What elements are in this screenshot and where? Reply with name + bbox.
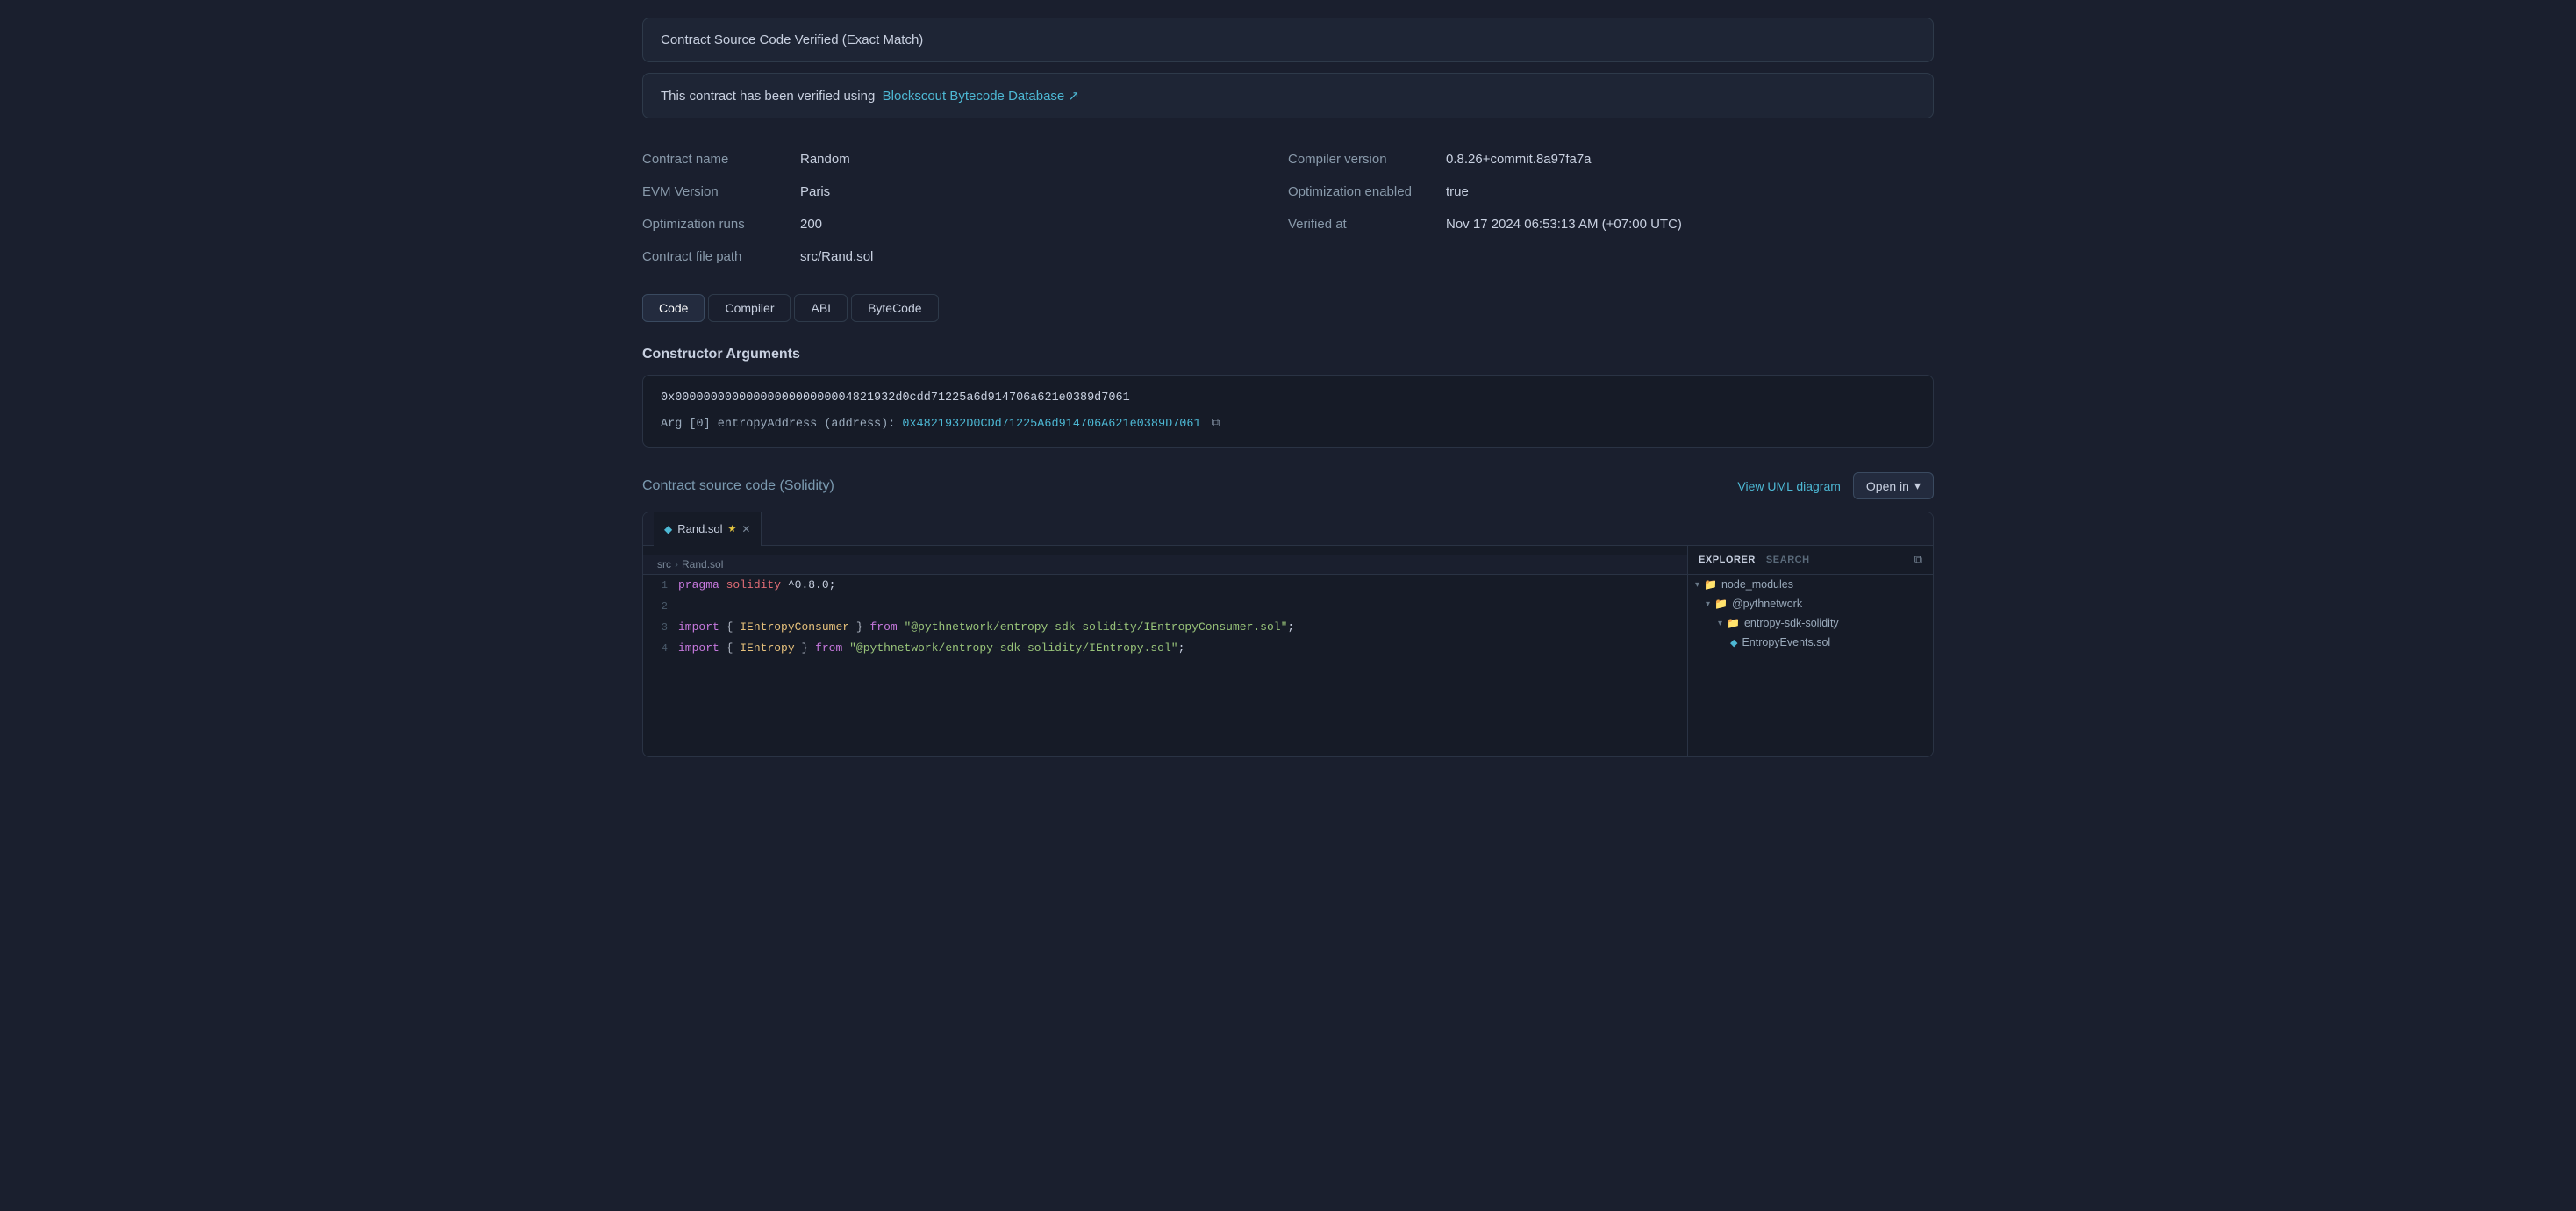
info-row-compiler-version: Compiler version 0.8.26+commit.8a97fa7a	[1288, 143, 1934, 176]
explorer-tabs: EXPLORER SEARCH	[1699, 555, 1810, 565]
explorer-action-icon[interactable]: ⧉	[1914, 553, 1922, 567]
editor-tabs-bar: ◆ Rand.sol ★ ✕	[643, 512, 1933, 546]
bytecode-db-link[interactable]: Blockscout Bytecode Database ↗	[883, 89, 1079, 104]
code-editor-area: ◆ Rand.sol ★ ✕ src › Rand.sol 1	[642, 512, 1934, 757]
file-tab-label: Rand.sol	[677, 522, 722, 535]
source-title: Contract source code (Solidity)	[642, 478, 834, 493]
code-line-3: 3 import { IEntropyConsumer } from "@pyt…	[643, 617, 1687, 638]
folder-icon-3: 📁	[1727, 617, 1740, 629]
label-evm-version: EVM Version	[642, 184, 800, 199]
constructor-arg-row: Arg [0] entropyAddress (address): 0x4821…	[661, 417, 1915, 431]
label-opt-enabled: Optimization enabled	[1288, 184, 1446, 199]
value-contract-name: Random	[800, 152, 850, 167]
info-left: Contract name Random EVM Version Paris O…	[642, 143, 1288, 273]
contract-info-grid: Contract name Random EVM Version Paris O…	[642, 143, 1934, 273]
chevron-icon: ▾	[1695, 580, 1699, 590]
tree-item-pythnetwork[interactable]: ▾ 📁 @pythnetwork	[1688, 594, 1933, 613]
solidity-file-icon: ◆	[1730, 637, 1737, 648]
code-line-2: 2	[643, 596, 1687, 617]
label-opt-runs: Optimization runs	[642, 217, 800, 232]
value-evm-version: Paris	[800, 184, 830, 199]
bytecode-db-alert: This contract has been verified using Bl…	[642, 73, 1934, 118]
code-line-4: 4 import { IEntropy } from "@pythnetwork…	[643, 638, 1687, 659]
explorer-tab-explorer[interactable]: EXPLORER	[1699, 555, 1756, 565]
tabs-row: Code Compiler ABI ByteCode	[642, 294, 1934, 322]
tree-label-node-modules: node_modules	[1721, 578, 1793, 591]
tree-item-node-modules[interactable]: ▾ 📁 node_modules	[1688, 575, 1933, 594]
line-num-2: 2	[643, 596, 678, 617]
breadcrumb-sep: ›	[675, 558, 678, 570]
label-contract-name: Contract name	[642, 152, 800, 167]
constructor-box: 0x0000000000000000000000004821932d0cdd71…	[642, 375, 1934, 448]
chevron-down-icon: ▾	[1914, 478, 1921, 493]
source-title-container: Contract source code (Solidity)	[642, 478, 834, 494]
tab-bytecode[interactable]: ByteCode	[851, 294, 938, 322]
info-row-evm-version: EVM Version Paris	[642, 176, 1288, 208]
open-in-button[interactable]: Open in ▾	[1853, 472, 1934, 499]
constructor-hex: 0x0000000000000000000000004821932d0cdd71…	[661, 391, 1915, 405]
code-lines: 1 pragma solidity ^0.8.0; 2 3 import { I…	[643, 575, 1687, 659]
line-content-2	[678, 596, 696, 617]
info-row-opt-enabled: Optimization enabled true	[1288, 176, 1934, 208]
bytecode-db-text: This contract has been verified using	[661, 89, 875, 104]
info-row-verified-at: Verified at Nov 17 2024 06:53:13 AM (+07…	[1288, 208, 1934, 240]
value-verified-at: Nov 17 2024 06:53:13 AM (+07:00 UTC)	[1446, 217, 1682, 232]
line-content-1: pragma solidity ^0.8.0;	[678, 575, 853, 596]
editor-content: src › Rand.sol 1 pragma solidity ^0.8.0;…	[643, 546, 1933, 756]
info-row-file-path: Contract file path src/Rand.sol	[642, 240, 1288, 273]
line-content-4: import { IEntropy } from "@pythnetwork/e…	[678, 638, 1202, 659]
source-header: Contract source code (Solidity) View UML…	[642, 472, 1934, 499]
solidity-icon: ◆	[664, 523, 672, 535]
info-right: Compiler version 0.8.26+commit.8a97fa7a …	[1288, 143, 1934, 273]
star-icon: ★	[728, 523, 737, 534]
code-line-1: 1 pragma solidity ^0.8.0;	[643, 575, 1687, 596]
value-compiler-version: 0.8.26+commit.8a97fa7a	[1446, 152, 1592, 167]
chevron-icon-2: ▾	[1706, 599, 1710, 609]
tab-abi[interactable]: ABI	[794, 294, 848, 322]
value-file-path: src/Rand.sol	[800, 249, 873, 264]
explorer-tab-search[interactable]: SEARCH	[1766, 555, 1810, 565]
constructor-section-title: Constructor Arguments	[642, 347, 1934, 362]
tree-label-entropy-sdk: entropy-sdk-solidity	[1744, 617, 1839, 629]
verified-alert-text: Contract Source Code Verified (Exact Mat…	[661, 32, 923, 47]
line-num-1: 1	[643, 575, 678, 596]
source-actions: View UML diagram Open in ▾	[1737, 472, 1934, 499]
line-content-3: import { IEntropyConsumer } from "@pythn…	[678, 617, 1312, 638]
line-num-4: 4	[643, 638, 678, 659]
breadcrumb-src: src	[657, 558, 671, 570]
code-panel: src › Rand.sol 1 pragma solidity ^0.8.0;…	[643, 546, 1687, 756]
value-opt-runs: 200	[800, 217, 822, 232]
label-compiler-version: Compiler version	[1288, 152, 1446, 167]
breadcrumb: src › Rand.sol	[643, 555, 1687, 575]
line-num-3: 3	[643, 617, 678, 638]
folder-icon-2: 📁	[1714, 598, 1728, 610]
constructor-arg-value[interactable]: 0x4821932D0CDd71225A6d914706A621e0389D70…	[902, 418, 1200, 431]
close-tab-icon[interactable]: ✕	[741, 523, 750, 535]
explorer-panel: EXPLORER SEARCH ⧉ ▾ 📁 node_modules ▾ 📁 @…	[1687, 546, 1933, 756]
verified-alert: Contract Source Code Verified (Exact Mat…	[642, 18, 1934, 62]
copy-icon[interactable]: ⧉	[1212, 417, 1220, 431]
tree-label-entropy-events: EntropyEvents.sol	[1742, 636, 1830, 648]
info-row-opt-runs: Optimization runs 200	[642, 208, 1288, 240]
breadcrumb-file: Rand.sol	[682, 558, 723, 570]
tree-item-entropy-events[interactable]: ◆ EntropyEvents.sol	[1688, 633, 1933, 652]
constructor-arg-label: Arg [0] entropyAddress (address):	[661, 418, 895, 431]
value-opt-enabled: true	[1446, 184, 1469, 199]
file-tab-rand[interactable]: ◆ Rand.sol ★ ✕	[654, 512, 762, 546]
tree-label-pythnetwork: @pythnetwork	[1732, 598, 1802, 610]
chevron-icon-3: ▾	[1718, 619, 1722, 628]
info-row-contract-name: Contract name Random	[642, 143, 1288, 176]
explorer-header: EXPLORER SEARCH ⧉	[1688, 546, 1933, 575]
tab-compiler[interactable]: Compiler	[708, 294, 791, 322]
tree-item-entropy-sdk[interactable]: ▾ 📁 entropy-sdk-solidity	[1688, 613, 1933, 633]
label-file-path: Contract file path	[642, 249, 800, 264]
folder-icon: 📁	[1704, 578, 1717, 591]
tab-code[interactable]: Code	[642, 294, 705, 322]
view-uml-link[interactable]: View UML diagram	[1737, 479, 1841, 493]
label-verified-at: Verified at	[1288, 217, 1446, 232]
